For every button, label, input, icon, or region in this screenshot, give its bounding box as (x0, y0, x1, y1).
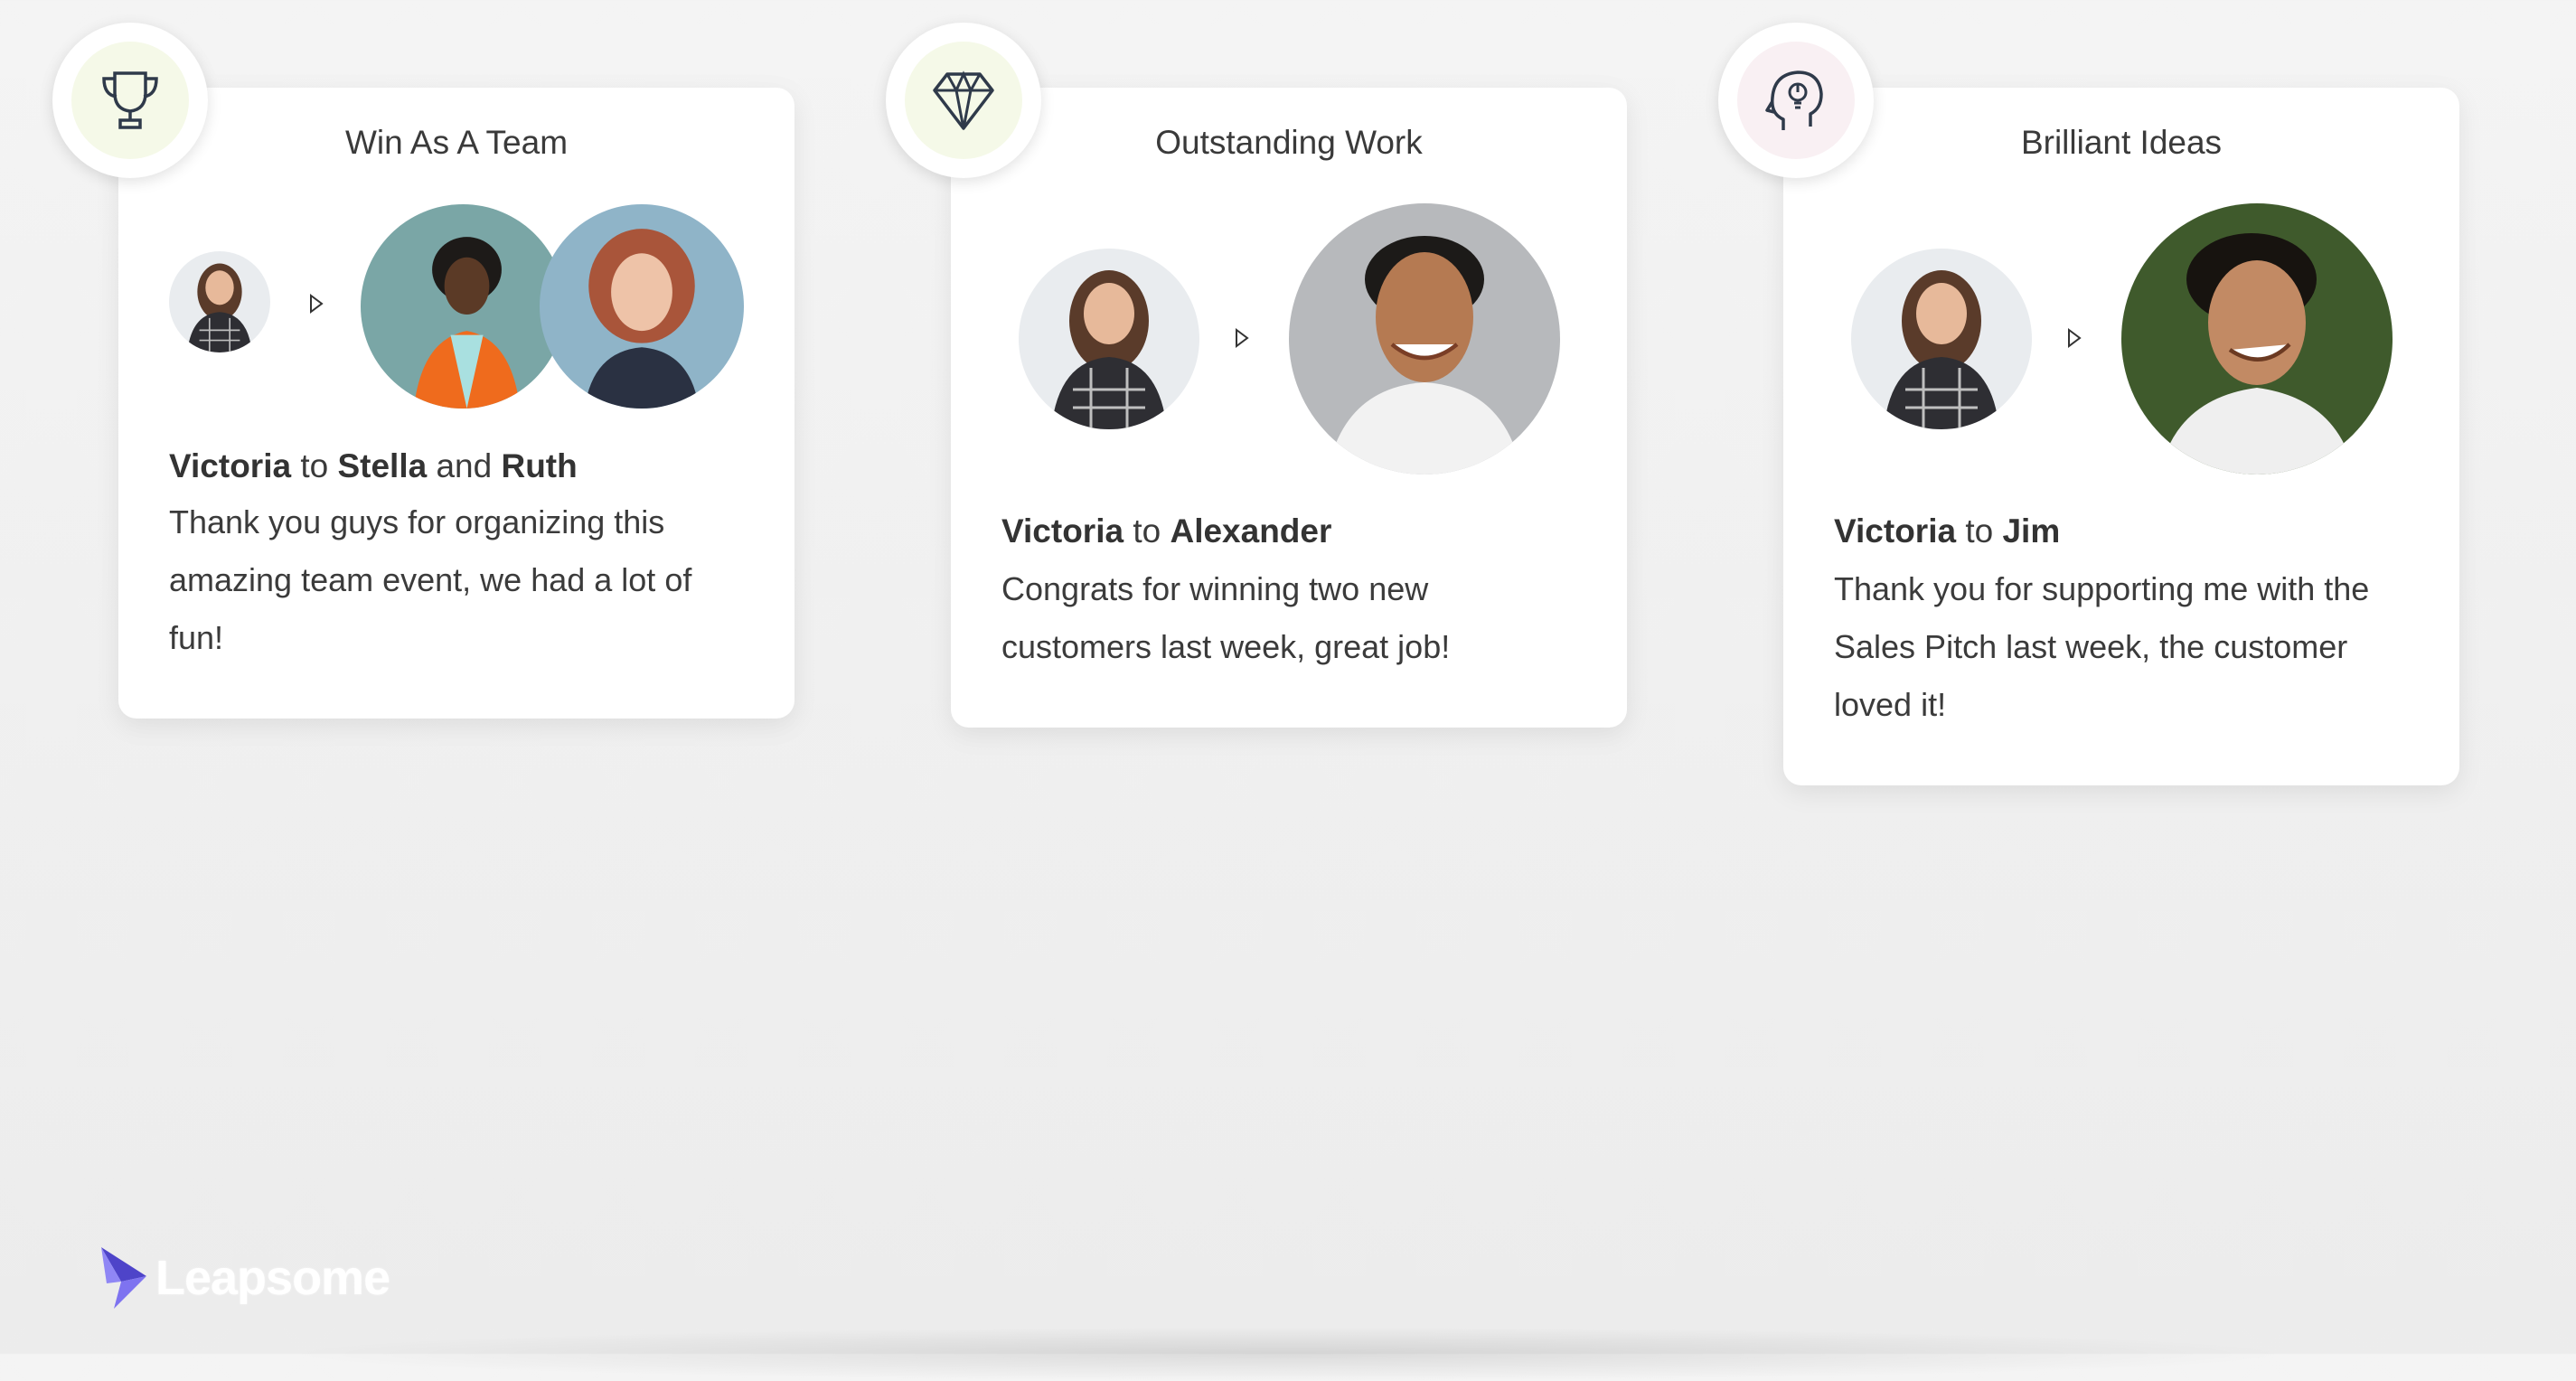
sender-avatar (1851, 249, 2032, 429)
card-title: Brilliant Ideas (2020, 124, 2223, 161)
recipient-name: Jim (2002, 512, 2061, 550)
trophy-icon (102, 71, 158, 129)
connector-text: to (1133, 512, 1161, 550)
recipient-avatar (1289, 203, 1560, 474)
message-line: Sales Pitch last week, the customer (1834, 628, 2348, 665)
arrow-right-icon (1236, 328, 1249, 348)
praise-names: Victoria to Alexander (1001, 512, 1331, 550)
badge-head-lightbulb (1718, 23, 1874, 178)
arrow-right-icon (2068, 328, 2082, 348)
praise-card-brilliant-ideas[interactable]: Brilliant Ideas Victoria to Jim Thank yo… (1783, 88, 2459, 785)
praise-message: Congrats for winning two new customers l… (1001, 560, 1589, 676)
badge-diamond (886, 23, 1041, 178)
arrow-right-icon (310, 294, 324, 314)
diamond-icon (933, 70, 994, 130)
brand-name: Leapsome (155, 1251, 390, 1305)
message-line: loved it! (1834, 686, 1947, 723)
praise-names: Victoria to Stella and Ruth (169, 447, 578, 485)
sender-avatar (169, 251, 270, 352)
leapsome-bird-icon (101, 1247, 146, 1309)
message-line: Thank you guys for organizing this (169, 503, 665, 540)
praise-message: Thank you for supporting me with the Sal… (1834, 560, 2421, 734)
connector-text: and (436, 447, 493, 484)
recipient-name: Stella (337, 447, 428, 484)
praise-names: Victoria to Jim (1834, 512, 2060, 550)
connector-text: to (1965, 512, 1994, 550)
sender-name: Victoria (1001, 512, 1124, 550)
message-line: amazing team event, we had a lot of (169, 561, 692, 598)
badge-trophy (52, 23, 208, 178)
recipient-name: Alexander (1170, 512, 1332, 550)
sender-avatar (1019, 249, 1199, 429)
card-title: Outstanding Work (1155, 124, 1423, 161)
recipient-avatar (2121, 203, 2393, 474)
message-line: customers last week, great job! (1001, 628, 1451, 665)
connector-text: to (300, 447, 329, 484)
recipient-avatar (361, 204, 565, 409)
recipient-name: Ruth (501, 447, 578, 484)
head-lightbulb-icon (1765, 70, 1823, 130)
message-line: Thank you for supporting me with the (1834, 570, 2370, 607)
leapsome-logo: Leapsome (98, 1245, 390, 1311)
praise-card-outstanding-work[interactable]: Outstanding Work Victoria to Alexander C… (951, 88, 1627, 728)
bottom-shadow (271, 1327, 2305, 1381)
recipient-avatar (540, 204, 744, 409)
card-title: Win As A Team (344, 124, 569, 161)
message-line: Congrats for winning two new (1001, 570, 1429, 607)
sender-name: Victoria (1834, 512, 1957, 550)
praise-card-win-as-a-team[interactable]: Win As A Team Victoria to Stella and Rut… (118, 88, 794, 719)
message-line: fun! (169, 619, 224, 656)
praise-message: Thank you guys for organizing this amazi… (169, 493, 757, 667)
sender-name: Victoria (169, 447, 292, 484)
